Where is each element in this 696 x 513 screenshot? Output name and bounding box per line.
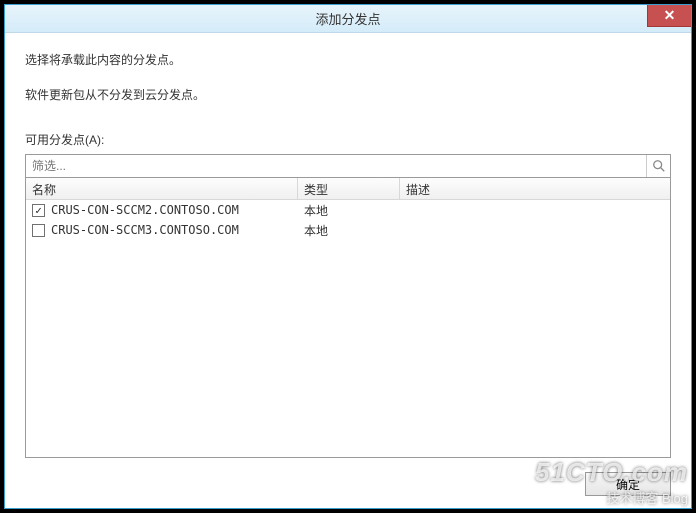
filter-bar	[25, 154, 671, 178]
column-headers: 名称 类型 描述	[26, 178, 670, 200]
dialog-footer: 确定	[25, 458, 671, 496]
dp-list: 名称 类型 描述 ✓ CRUS-CON-SCCM2.CONTOSO.COM 本地	[25, 178, 671, 458]
list-rows: ✓ CRUS-CON-SCCM2.CONTOSO.COM 本地 CRUS-CON…	[26, 200, 670, 457]
available-dp-label: 可用分发点(A):	[25, 131, 671, 148]
checkbox[interactable]: ✓	[32, 204, 45, 217]
ok-button[interactable]: 确定	[585, 472, 671, 496]
row-type: 本地	[298, 202, 400, 219]
check-icon: ✓	[35, 205, 42, 216]
dialog-window: 添加分发点 ✕ 选择将承载此内容的分发点。 软件更新包从不分发到云分发点。 可用…	[4, 4, 692, 509]
titlebar: 添加分发点 ✕	[5, 5, 691, 33]
col-header-type[interactable]: 类型	[298, 178, 400, 199]
row-name: CRUS-CON-SCCM3.CONTOSO.COM	[51, 223, 239, 237]
close-button[interactable]: ✕	[647, 5, 691, 27]
col-header-name[interactable]: 名称	[26, 178, 298, 199]
row-name: CRUS-CON-SCCM2.CONTOSO.COM	[51, 203, 239, 217]
description-line-2: 软件更新包从不分发到云分发点。	[25, 86, 671, 103]
col-header-desc[interactable]: 描述	[400, 178, 670, 199]
filter-input[interactable]	[26, 155, 646, 177]
dialog-content: 选择将承载此内容的分发点。 软件更新包从不分发到云分发点。 可用分发点(A): …	[5, 33, 691, 508]
dialog-title: 添加分发点	[315, 9, 380, 28]
table-row[interactable]: ✓ CRUS-CON-SCCM2.CONTOSO.COM 本地	[26, 200, 670, 220]
checkbox[interactable]	[32, 224, 45, 237]
magnifier-icon	[652, 159, 666, 173]
close-icon: ✕	[664, 7, 676, 24]
row-type: 本地	[298, 222, 400, 239]
description-line-1: 选择将承载此内容的分发点。	[25, 51, 671, 68]
table-row[interactable]: CRUS-CON-SCCM3.CONTOSO.COM 本地	[26, 220, 670, 240]
search-icon[interactable]	[646, 155, 670, 177]
